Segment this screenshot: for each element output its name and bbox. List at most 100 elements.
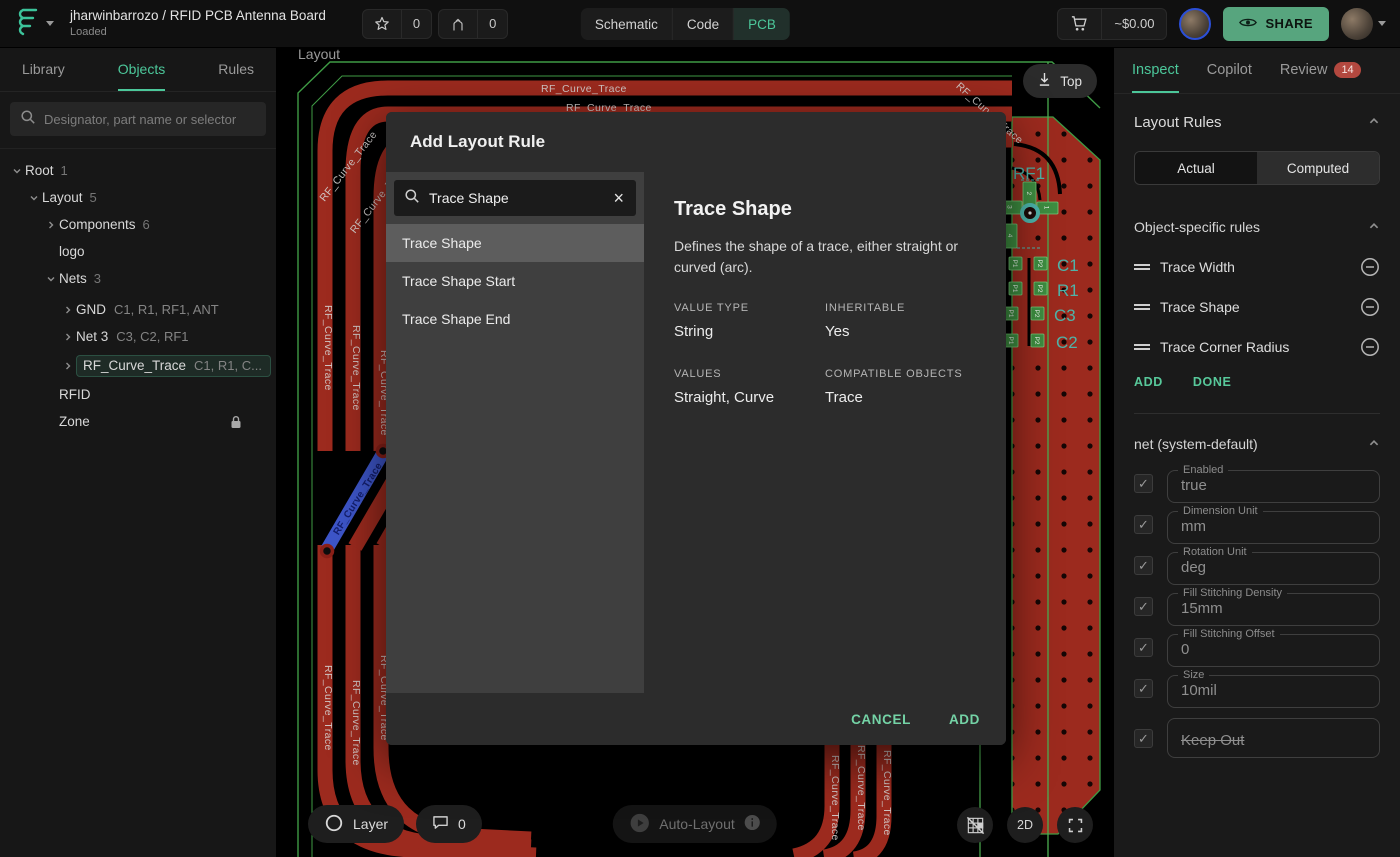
app-logo-menu[interactable] xyxy=(14,6,54,41)
field-fill-stitching-offset: Fill Stitching Offset 0 xyxy=(1134,628,1380,667)
dimension-unit-field: Dimension Unit mm xyxy=(1167,505,1380,544)
tree-item-nets[interactable]: Nets 3 xyxy=(0,265,276,292)
chevron-right-icon[interactable] xyxy=(59,332,76,342)
layer-top-button[interactable]: Top xyxy=(1023,64,1097,98)
rule-search-input[interactable] xyxy=(429,190,602,206)
segment-actual[interactable]: Actual xyxy=(1135,152,1257,184)
result-trace-shape-end[interactable]: Trace Shape End xyxy=(386,300,644,338)
drag-handle-icon[interactable] xyxy=(1134,302,1150,312)
tree-label: RF_Curve_Trace xyxy=(83,358,186,373)
chevron-down-icon[interactable] xyxy=(8,166,25,176)
compatible-objects-value: Trace xyxy=(825,389,976,406)
field-label: Size xyxy=(1178,669,1209,681)
dimension-unit-checkbox[interactable] xyxy=(1134,515,1153,534)
field-label: Fill Stitching Density xyxy=(1178,587,1287,599)
field-enabled: Enabled true xyxy=(1134,464,1380,503)
collaborator-avatar[interactable] xyxy=(1179,8,1211,40)
layout-rules-section-header[interactable]: Layout Rules xyxy=(1134,114,1380,131)
tree-item-layout[interactable]: Layout 5 xyxy=(0,184,276,211)
field-value[interactable]: 0 xyxy=(1168,640,1379,658)
object-tree: Root 1 Layout 5 Components 6 logo Nets 3 xyxy=(0,149,276,435)
remove-rule-icon[interactable] xyxy=(1360,257,1380,277)
tab-objects[interactable]: Objects xyxy=(118,48,165,91)
keep-out-checkbox[interactable] xyxy=(1134,729,1153,748)
add-rule-button[interactable]: ADD xyxy=(1134,375,1163,389)
chevron-right-icon[interactable] xyxy=(42,220,59,230)
field-value[interactable]: deg xyxy=(1168,558,1379,576)
2d-mode-button[interactable]: 2D xyxy=(1007,807,1043,843)
share-button[interactable]: SHARE xyxy=(1223,7,1329,41)
done-button[interactable]: DONE xyxy=(1193,375,1232,389)
pad-label: 3 xyxy=(1006,205,1013,209)
field-value[interactable]: true xyxy=(1168,476,1379,494)
modal-title: Add Layout Rule xyxy=(386,112,1006,172)
field-fill-stitching-density: Fill Stitching Density 15mm xyxy=(1134,587,1380,626)
tree-item-rf-curve-trace[interactable]: RF_Curve_Trace C1, R1, C... xyxy=(0,350,276,381)
drag-handle-icon[interactable] xyxy=(1134,342,1150,352)
drag-handle-icon[interactable] xyxy=(1134,262,1150,272)
remove-rule-icon[interactable] xyxy=(1360,337,1380,357)
tab-schematic[interactable]: Schematic xyxy=(581,8,672,40)
star-counter[interactable]: 0 xyxy=(362,9,432,39)
tree-count: 3 xyxy=(94,271,101,286)
pad-label: P2 xyxy=(1033,310,1040,318)
lock-icon xyxy=(230,415,242,429)
fill-stitching-offset-checkbox[interactable] xyxy=(1134,638,1153,657)
info-icon[interactable] xyxy=(744,814,761,834)
rule-row-trace-shape: Trace Shape xyxy=(1134,289,1380,325)
tree-item-zone[interactable]: Zone xyxy=(0,408,276,435)
tree-item-gnd[interactable]: GND C1, R1, RF1, ANT xyxy=(0,296,276,323)
fullscreen-button[interactable] xyxy=(1057,807,1093,843)
field-value[interactable]: mm xyxy=(1168,517,1379,535)
size-checkbox[interactable] xyxy=(1134,679,1153,698)
tab-review[interactable]: Review 14 xyxy=(1280,48,1361,93)
cart-widget[interactable]: ~$0.00 xyxy=(1057,8,1167,40)
fill-stitching-density-checkbox[interactable] xyxy=(1134,597,1153,616)
object-rules-section-header[interactable]: Object-specific rules xyxy=(1134,219,1380,235)
tree-item-components[interactable]: Components 6 xyxy=(0,211,276,238)
tab-rules[interactable]: Rules xyxy=(218,48,254,91)
chevron-down-icon[interactable] xyxy=(25,193,42,203)
pad-label: 1 xyxy=(1043,206,1050,210)
tree-item-rfid[interactable]: RFID xyxy=(0,381,276,408)
chevron-down-icon[interactable] xyxy=(42,274,59,284)
object-rules-title: Object-specific rules xyxy=(1134,219,1260,235)
user-menu[interactable] xyxy=(1341,8,1386,40)
tab-inspect[interactable]: Inspect xyxy=(1132,48,1179,93)
field-value[interactable]: Keep Out xyxy=(1168,731,1379,749)
fork-counter[interactable]: 0 xyxy=(438,9,508,39)
remove-rule-icon[interactable] xyxy=(1360,297,1380,317)
result-trace-shape-start[interactable]: Trace Shape Start xyxy=(386,262,644,300)
comments-button[interactable]: 0 xyxy=(416,805,482,843)
field-value[interactable]: 15mm xyxy=(1168,599,1379,617)
tree-count: 6 xyxy=(143,217,150,232)
field-value[interactable]: 10mil xyxy=(1168,681,1379,699)
net-section-header[interactable]: net (system-default) xyxy=(1134,436,1380,452)
tab-copilot[interactable]: Copilot xyxy=(1207,48,1252,93)
result-trace-shape[interactable]: Trace Shape xyxy=(386,224,644,262)
object-search-input[interactable] xyxy=(44,112,256,127)
segment-computed[interactable]: Computed xyxy=(1257,152,1379,184)
chevron-right-icon[interactable] xyxy=(59,305,76,315)
add-button[interactable]: ADD xyxy=(949,712,980,727)
tree-label: Zone xyxy=(59,414,90,429)
tree-item-net3[interactable]: Net 3 C3, C2, RF1 xyxy=(0,323,276,350)
flux-logo-icon xyxy=(14,6,40,41)
cancel-button[interactable]: CANCEL xyxy=(851,712,911,727)
auto-layout-button[interactable]: Auto-Layout xyxy=(612,805,777,843)
clear-search-icon[interactable]: × xyxy=(611,189,626,207)
tab-code[interactable]: Code xyxy=(672,8,733,40)
layer-button[interactable]: Layer xyxy=(308,805,404,843)
svg-text:RF_Curve_Trace: RF_Curve_Trace xyxy=(855,745,867,831)
user-avatar xyxy=(1341,8,1373,40)
tree-item-logo[interactable]: logo xyxy=(0,238,276,265)
rotation-unit-checkbox[interactable] xyxy=(1134,556,1153,575)
chevron-right-icon[interactable] xyxy=(59,361,76,371)
enabled-checkbox[interactable] xyxy=(1134,474,1153,493)
grid-toggle-button[interactable] xyxy=(957,807,993,843)
tab-library[interactable]: Library xyxy=(22,48,65,91)
rotation-unit-field: Rotation Unit deg xyxy=(1167,546,1380,585)
compatible-objects-label: COMPATIBLE OBJECTS xyxy=(825,368,976,380)
tree-item-root[interactable]: Root 1 xyxy=(0,157,276,184)
tab-pcb[interactable]: PCB xyxy=(733,8,790,40)
